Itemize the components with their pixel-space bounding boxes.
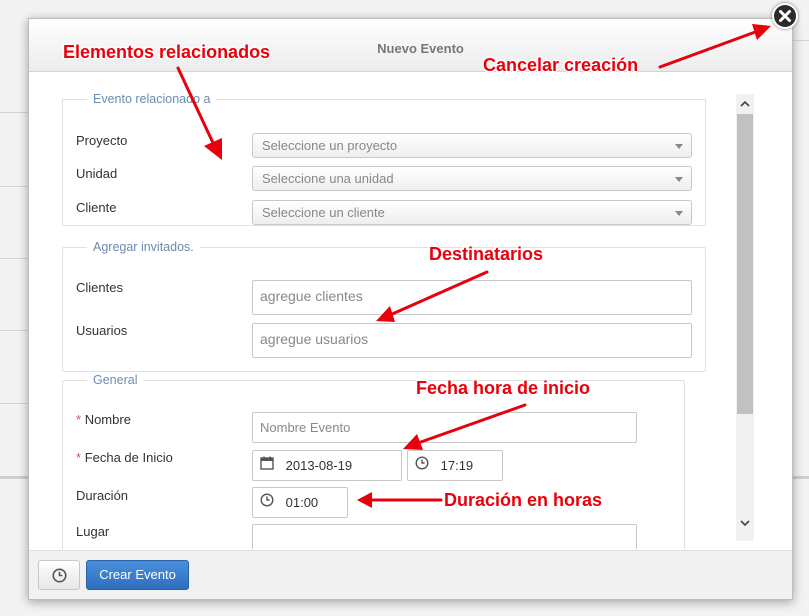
unit-select-value: Seleccione una unidad	[262, 171, 394, 186]
start-date-input[interactable]: 2013-08-19	[252, 450, 402, 481]
modal-scrollbar[interactable]	[736, 94, 754, 541]
start-time-value: 17:19	[440, 458, 474, 473]
users-label: Usuarios	[76, 323, 128, 338]
client-select[interactable]: Seleccione un cliente	[252, 200, 692, 225]
scrollbar-thumb[interactable]	[737, 114, 753, 414]
annotation-recipients: Destinatarios	[429, 244, 544, 264]
clock-icon	[52, 568, 67, 586]
required-mark: *	[76, 450, 82, 465]
users-input-placeholder: agregue usuarios	[260, 331, 369, 347]
project-select-value: Seleccione un proyecto	[262, 138, 398, 153]
duration-value: 01:00	[285, 495, 319, 510]
background-divider	[0, 112, 28, 113]
create-event-button[interactable]: Crear Evento	[86, 560, 189, 590]
clock-icon	[415, 451, 429, 480]
project-select[interactable]: Seleccione un proyecto	[252, 133, 692, 158]
background-divider	[0, 186, 28, 187]
schedule-button[interactable]	[38, 560, 80, 590]
client-select-value: Seleccione un cliente	[262, 205, 385, 220]
close-button[interactable]	[772, 3, 798, 29]
duration-input[interactable]: 01:00	[252, 487, 348, 518]
guests-legend: Agregar invitados.	[93, 240, 194, 254]
users-input[interactable]: agregue usuarios	[252, 323, 692, 358]
name-label-text: Nombre	[84, 412, 131, 427]
chevron-down-icon	[675, 211, 683, 216]
unit-label: Unidad	[76, 166, 118, 181]
chevron-down-icon	[675, 177, 683, 182]
close-icon	[774, 5, 796, 27]
clients-input-placeholder: agregue clientes	[260, 288, 363, 304]
background-divider	[793, 40, 809, 41]
background-divider	[0, 258, 28, 259]
clock-icon	[260, 488, 274, 517]
unit-select[interactable]: Seleccione una unidad	[252, 166, 692, 191]
modal-footer: Crear Evento	[29, 550, 792, 599]
required-mark: *	[76, 412, 82, 427]
background-divider	[0, 403, 28, 404]
start-date-label: * Fecha de Inicio	[76, 450, 173, 465]
start-date-label-text: Fecha de Inicio	[84, 450, 173, 465]
clients-input[interactable]: agregue clientes	[252, 280, 692, 315]
event-name-placeholder: Nombre Evento	[260, 420, 351, 435]
client-label: Cliente	[76, 200, 117, 215]
annotation-related: Elementos relacionados	[63, 42, 271, 62]
place-input[interactable]	[252, 524, 637, 549]
project-label: Proyecto	[76, 133, 128, 148]
start-date-value: 2013-08-19	[285, 458, 353, 473]
background-divider	[0, 330, 28, 331]
annotation-start: Fecha hora de inicio	[416, 378, 591, 398]
modal-body: Evento relacionado a Proyecto Seleccione…	[29, 72, 792, 549]
chevron-down-icon	[675, 144, 683, 149]
annotation-cancel: Cancelar creación	[483, 55, 639, 75]
scroll-down-icon[interactable]	[740, 516, 750, 527]
duration-label: Duración	[76, 488, 129, 503]
calendar-icon	[260, 451, 274, 480]
general-legend: General	[93, 373, 138, 387]
clients-label: Clientes	[76, 280, 123, 295]
new-event-modal: Nuevo Evento Evento relacionado a Proyec…	[28, 18, 793, 600]
start-time-input[interactable]: 17:19	[407, 450, 503, 481]
related-legend: Evento relacionado a	[93, 92, 211, 106]
scroll-up-icon[interactable]	[740, 97, 750, 107]
event-name-input[interactable]: Nombre Evento	[252, 412, 637, 443]
name-label: * Nombre	[76, 412, 131, 427]
place-label: Lugar	[76, 524, 110, 539]
annotation-duration: Duración en horas	[444, 490, 603, 510]
